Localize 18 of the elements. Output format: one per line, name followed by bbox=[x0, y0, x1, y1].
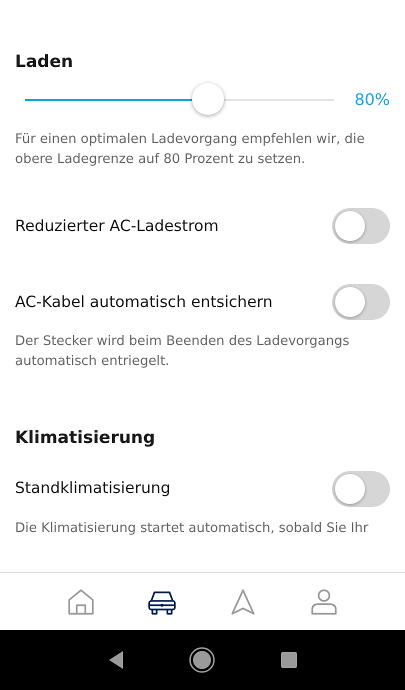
toggle-switch[interactable] bbox=[332, 208, 390, 244]
setting-label: Reduzierter AC-Ladestrom bbox=[15, 216, 219, 237]
recents-icon[interactable] bbox=[280, 651, 298, 669]
description-text: Der Stecker wird beim Beenden des Ladevorgangs automatisch entriegelt. bbox=[15, 333, 350, 372]
slider-thumb[interactable] bbox=[192, 83, 224, 116]
slider-value: 80% bbox=[354, 89, 390, 112]
toggle-switch[interactable] bbox=[332, 470, 390, 507]
back-icon[interactable] bbox=[107, 650, 126, 670]
description-text: Für einen optimalen Ladevorgang empfehlen wir, die obere Ladegrenze auf 80 Prozent zu setzen. bbox=[15, 131, 366, 170]
person-icon bbox=[309, 586, 340, 616]
section-heading: Klimatisierung bbox=[15, 428, 156, 449]
setting-label: Standklimatisierung bbox=[15, 478, 170, 500]
section-heading: Laden bbox=[15, 52, 74, 72]
setting-label: AC-Kabel automatisch entsichern bbox=[15, 292, 273, 313]
home-icon bbox=[66, 586, 96, 616]
description-text: Die Klimatisierung startet automatisch, sobald Sie Ihr bbox=[15, 520, 370, 538]
home-button-icon[interactable] bbox=[189, 647, 216, 673]
toggle-switch[interactable] bbox=[332, 284, 390, 320]
